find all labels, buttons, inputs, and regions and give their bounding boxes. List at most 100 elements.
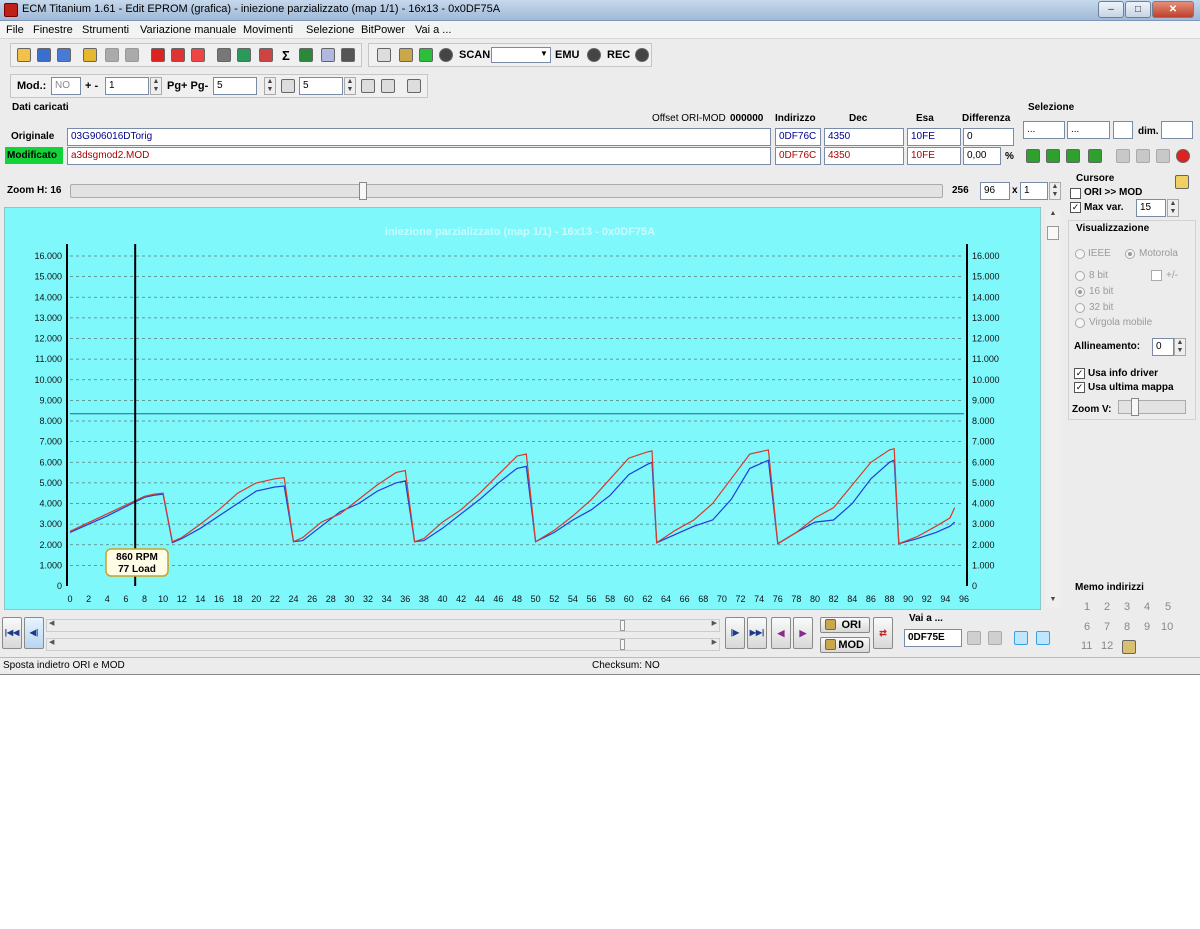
ori-scroll-left-icon[interactable]: ◀ bbox=[49, 619, 54, 627]
memo-1[interactable]: 1 bbox=[1084, 601, 1090, 613]
u-button-icon[interactable] bbox=[407, 79, 421, 93]
scroll-down-icon[interactable]: ▼ bbox=[1046, 596, 1060, 608]
last-button[interactable]: ▶▶| bbox=[747, 617, 767, 649]
originale-file-field[interactable]: 03G906016DTorig bbox=[67, 128, 771, 146]
goto-mod-icon[interactable] bbox=[988, 631, 1002, 645]
zero-icon[interactable] bbox=[191, 48, 205, 62]
memo-6[interactable]: 6 bbox=[1084, 621, 1090, 633]
menu-movimenti[interactable]: Movimenti bbox=[243, 24, 293, 36]
zoom-v-thumb[interactable] bbox=[1131, 398, 1139, 416]
selezione-start-field[interactable]: ... bbox=[1023, 121, 1065, 139]
next-button[interactable]: |▶ bbox=[725, 617, 745, 649]
h-button-icon[interactable] bbox=[381, 79, 395, 93]
usa-ultima-checkbox[interactable]: ✓ bbox=[1074, 382, 1085, 393]
zoom-mult-field[interactable]: 1 bbox=[1020, 182, 1048, 200]
runner-icon[interactable] bbox=[419, 48, 433, 62]
chart-vscrollbar[interactable]: ▲ ▼ bbox=[1046, 210, 1060, 608]
modificato-addr-field[interactable]: 0DF76C bbox=[775, 147, 821, 165]
minimize-button[interactable]: – bbox=[1098, 1, 1124, 18]
sigma-icon[interactable]: Σ bbox=[282, 48, 290, 63]
select-range-icon[interactable] bbox=[1046, 149, 1060, 163]
zoom-h-track[interactable] bbox=[70, 184, 943, 198]
pg-spinner[interactable]: ▲ ▼ bbox=[264, 77, 276, 95]
rec-dot-icon[interactable] bbox=[635, 48, 649, 62]
allineamento-field[interactable]: 0 bbox=[1152, 338, 1174, 356]
memo-12[interactable]: 12 bbox=[1101, 640, 1113, 652]
memo-prev-icon[interactable] bbox=[1014, 631, 1028, 645]
memo-2[interactable]: 2 bbox=[1104, 601, 1110, 613]
open-folder-icon[interactable] bbox=[83, 48, 97, 62]
memo-10[interactable]: 10 bbox=[1161, 621, 1173, 633]
mod-scroll-thumb[interactable] bbox=[620, 639, 625, 650]
originale-dec-field[interactable]: 4350 bbox=[824, 128, 904, 146]
chart-vscroll-thumb[interactable] bbox=[1047, 226, 1059, 240]
zoom-value-field[interactable]: 96 bbox=[980, 182, 1010, 200]
menu-strumenti[interactable]: Strumenti bbox=[82, 24, 129, 36]
allineamento-spinner[interactable]: ▲ ▼ bbox=[1174, 338, 1186, 356]
memo-save-icon[interactable] bbox=[1122, 640, 1136, 654]
copy-icon[interactable] bbox=[1116, 149, 1130, 163]
bit8-radio[interactable] bbox=[1075, 271, 1085, 281]
modificato-diff-field[interactable]: 0,00 bbox=[963, 147, 1001, 165]
p-field[interactable]: 5 bbox=[299, 77, 343, 95]
emu-button[interactable]: EMU bbox=[555, 49, 579, 61]
check-icon[interactable] bbox=[151, 48, 165, 62]
originale-esa-field[interactable]: 10FE bbox=[907, 128, 961, 146]
ori-scroll-thumb[interactable] bbox=[620, 620, 625, 631]
usa-info-checkbox[interactable]: ✓ bbox=[1074, 368, 1085, 379]
tile-icon[interactable] bbox=[57, 48, 71, 62]
ori-scrollbar[interactable]: ◀ ▶ bbox=[46, 619, 720, 632]
mod-scroll-left-icon[interactable]: ◀ bbox=[49, 638, 54, 646]
modificato-esa-field[interactable]: 10FE bbox=[907, 147, 961, 165]
close-button[interactable]: ✕ bbox=[1152, 1, 1194, 18]
memo-11[interactable]: 11 bbox=[1081, 640, 1092, 652]
max-var-checkbox[interactable]: ✓ bbox=[1070, 202, 1081, 213]
selezione-end-field[interactable]: ... bbox=[1067, 121, 1110, 139]
menu-finestre[interactable]: Finestre bbox=[33, 24, 73, 36]
save-as-icon[interactable] bbox=[125, 48, 139, 62]
virgola-radio[interactable] bbox=[1075, 318, 1085, 328]
mod-scrollbar[interactable]: ◀ ▶ bbox=[46, 638, 720, 651]
undo-icon[interactable] bbox=[1176, 149, 1190, 163]
text-icon[interactable] bbox=[377, 48, 391, 62]
battery-icon[interactable] bbox=[237, 48, 251, 62]
rec-button[interactable]: REC bbox=[607, 49, 630, 61]
originale-addr-field[interactable]: 0DF76C bbox=[775, 128, 821, 146]
menu-file[interactable]: File bbox=[6, 24, 24, 36]
memo-4[interactable]: 4 bbox=[1144, 601, 1150, 613]
goto-ori-icon[interactable] bbox=[967, 631, 981, 645]
swap-button[interactable]: ⇄ bbox=[873, 617, 893, 649]
memo-5[interactable]: 5 bbox=[1165, 601, 1171, 613]
scroll-up-icon[interactable]: ▲ bbox=[1046, 210, 1060, 222]
next-diff-button[interactable]: ▶ bbox=[793, 617, 813, 649]
graph-edit-icon[interactable] bbox=[259, 48, 273, 62]
m-button-icon[interactable] bbox=[361, 79, 375, 93]
ieee-radio[interactable] bbox=[1075, 249, 1085, 259]
save-icon[interactable] bbox=[105, 48, 119, 62]
zoom-mult-spinner[interactable]: ▲ ▼ bbox=[1049, 182, 1061, 200]
bit16-radio[interactable] bbox=[1075, 287, 1085, 297]
calculator-icon[interactable] bbox=[217, 48, 231, 62]
select-row-icon[interactable] bbox=[1066, 149, 1080, 163]
p-spinner[interactable]: ▲ ▼ bbox=[344, 77, 356, 95]
pg-field[interactable]: 5 bbox=[213, 77, 257, 95]
max-var-field[interactable]: 15 bbox=[1136, 199, 1166, 217]
ori-scroll-right-icon[interactable]: ▶ bbox=[712, 619, 717, 627]
max-var-spinner[interactable]: ▲ ▼ bbox=[1167, 199, 1179, 217]
prev-button[interactable]: ◀| bbox=[24, 617, 44, 649]
menu-vai-a[interactable]: Vai a ... bbox=[415, 24, 451, 36]
memo-3[interactable]: 3 bbox=[1124, 601, 1130, 613]
map-chart[interactable]: iniezione parzializzato (map 1/1) - 16x1… bbox=[4, 207, 1041, 610]
prev-diff-button[interactable]: ◀ bbox=[771, 617, 791, 649]
menu-bitpower[interactable]: BitPower bbox=[361, 24, 405, 36]
modificato-file-field[interactable]: a3dsgmod2.MOD bbox=[67, 147, 771, 165]
zoom-h-thumb[interactable] bbox=[359, 182, 367, 200]
menu-variazione-manuale[interactable]: Variazione manuale bbox=[140, 24, 236, 36]
arrow-map-icon[interactable] bbox=[299, 48, 313, 62]
selezione-small-field[interactable] bbox=[1113, 121, 1133, 139]
ori-mod-checkbox[interactable] bbox=[1070, 188, 1081, 199]
bit32-radio[interactable] bbox=[1075, 303, 1085, 313]
paste-special-icon[interactable] bbox=[1156, 149, 1170, 163]
first-button[interactable]: |◀◀ bbox=[2, 617, 22, 649]
p-button-icon[interactable] bbox=[281, 79, 295, 93]
